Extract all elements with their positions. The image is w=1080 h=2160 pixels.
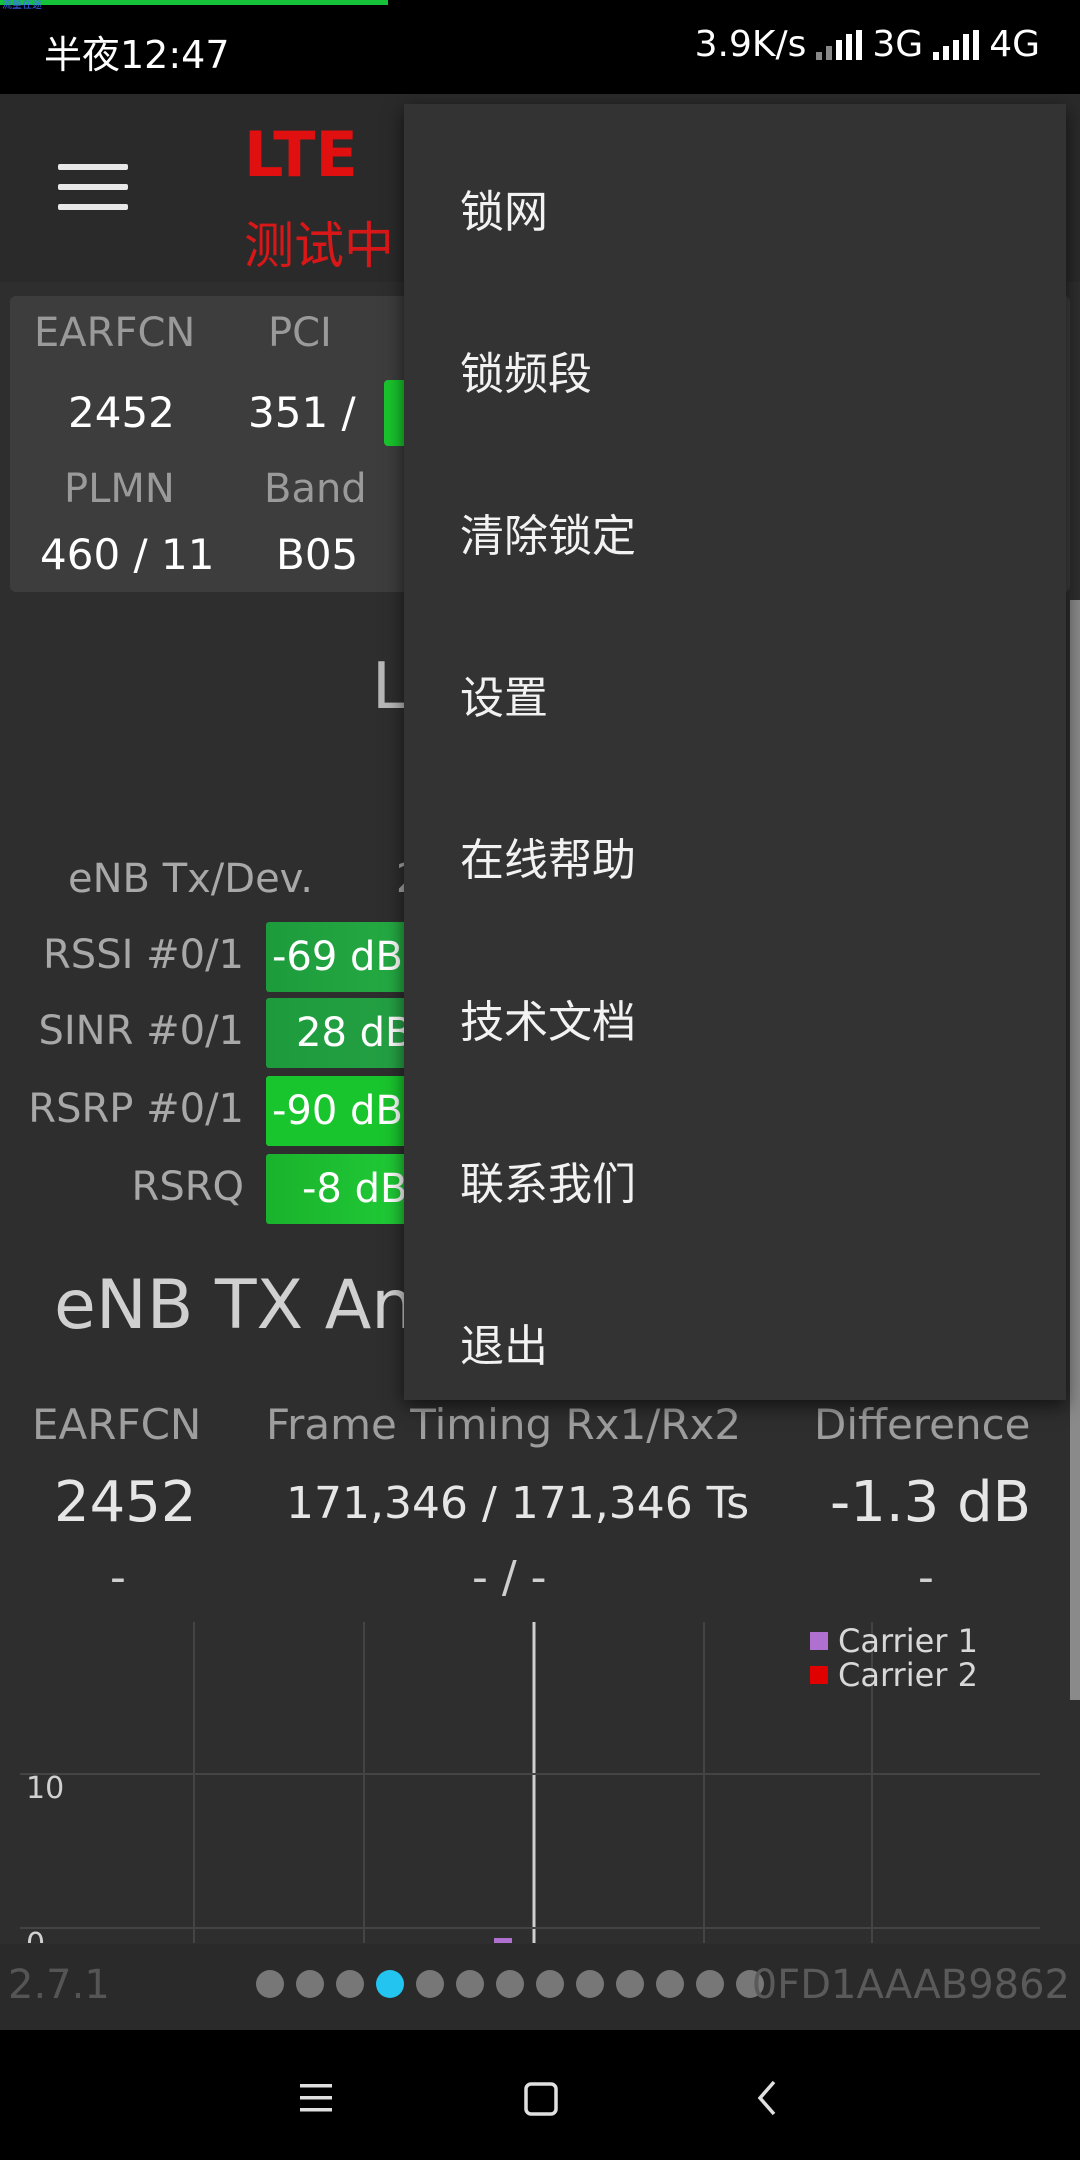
page-dot-11[interactable] [656,1970,684,1998]
rsrq-label: RSRQ [131,1164,244,1210]
rsrp-label: RSRP #0/1 [28,1086,244,1132]
page-dot-6[interactable] [456,1970,484,1998]
navigation-bar [0,2030,1080,2160]
earfcn-label: EARFCN [34,310,196,356]
network-speed: 3.9K/s [694,24,807,65]
legend-swatch-carrier-1 [810,1632,828,1650]
menu-item-clear-lock[interactable]: 清除锁定 [404,456,1066,618]
page-dot-4[interactable] [376,1970,404,1998]
page-dot-2[interactable] [296,1970,324,1998]
menu-item-tech-docs[interactable]: 技术文档 [404,942,1066,1104]
y-tick-0: 0 [26,1927,45,1943]
page-dot-3[interactable] [336,1970,364,1998]
antenna-earfcn-value: 2452 [54,1470,197,1535]
band-value: B05 [276,530,359,579]
app-status: 测试中 [244,217,394,275]
legend-label-carrier-2: Carrier 2 [838,1656,978,1694]
signal-4g-icon [933,29,980,60]
legend-label-carrier-1: Carrier 1 [838,1622,978,1660]
square-home-icon[interactable] [510,2068,570,2128]
menu-item-lock-band[interactable]: 锁频段 [404,294,1066,456]
page-dot-10[interactable] [616,1970,644,1998]
menu-item-online-help[interactable]: 在线帮助 [404,780,1066,942]
rssi-label: RSSI #0/1 [43,932,244,978]
overflow-menu: 锁网 锁频段 清除锁定 设置 在线帮助 技术文档 联系我们 退出 [404,104,1066,1400]
device-id: 0FD1AAAB9862 [751,1962,1070,2008]
antenna-section-title: eNB TX An [54,1266,415,1345]
frame-timing-value: 171,346 / 171,346 Ts [286,1478,750,1529]
status-time: 半夜12:47 [44,33,230,77]
pci-value: 351 / [248,388,356,437]
pci-label: PCI [268,310,332,356]
status-bar: 流量在途 半夜12:47 3.9K/s 3G 4G [0,0,1080,94]
timing-dash: - / - [472,1552,547,1603]
hamburger-icon[interactable] [58,164,128,214]
enb-tx-label: eNB Tx/Dev. [68,856,313,902]
y-tick-10: 10 [26,1771,64,1806]
difference-dash: - [918,1552,934,1603]
rsrp-meter: -90 dB [266,1076,416,1146]
earfcn-column-header: EARFCN [32,1400,202,1449]
menu-item-lock-network[interactable]: 锁网 [404,132,1066,294]
page-dot-9[interactable] [576,1970,604,1998]
menu-item-settings[interactable]: 设置 [404,618,1066,780]
scrollbar[interactable] [1070,600,1080,1700]
difference-value: -1.3 dB [830,1470,1032,1535]
page-indicator[interactable] [256,1970,764,1998]
legend-item-carrier-1: Carrier 1 [810,1622,978,1660]
page-dot-7[interactable] [496,1970,524,1998]
menu-item-exit[interactable]: 退出 [404,1266,1066,1428]
signal-3g-icon [816,29,863,60]
page-dot-1[interactable] [256,1970,284,1998]
network-type-3g: 3G [872,24,924,65]
status-tiny-text: 流量在途 [2,0,42,11]
page-dot-5[interactable] [416,1970,444,1998]
plmn-value: 460 / 11 [40,530,215,579]
app-title: LTE [244,118,358,191]
legend-swatch-carrier-2 [810,1666,828,1684]
chart-legend: Carrier 1 Carrier 2 [810,1622,978,1694]
footer: 2.7.1 0FD1AAAB9862 [0,1944,1080,2030]
app-version: 2.7.1 [8,1962,110,2008]
menu-lines-icon[interactable] [286,2068,346,2128]
carrier-1-bar [494,1938,512,1943]
sinr-label: SINR #0/1 [38,1008,244,1054]
page-dot-12[interactable] [696,1970,724,1998]
chevron-left-icon[interactable] [738,2068,798,2128]
status-indicators: 3.9K/s 3G 4G [695,24,1040,65]
section-title-partial: L [372,650,408,724]
menu-item-contact-us[interactable]: 联系我们 [404,1104,1066,1266]
download-progress-bar [0,0,388,5]
band-label: Band [264,466,367,512]
earfcn-dash: - [110,1552,126,1603]
page-dot-8[interactable] [536,1970,564,1998]
earfcn-value: 2452 [68,388,175,437]
legend-item-carrier-2: Carrier 2 [810,1656,978,1694]
plmn-label: PLMN [64,466,175,512]
network-type-4g: 4G [989,24,1040,65]
